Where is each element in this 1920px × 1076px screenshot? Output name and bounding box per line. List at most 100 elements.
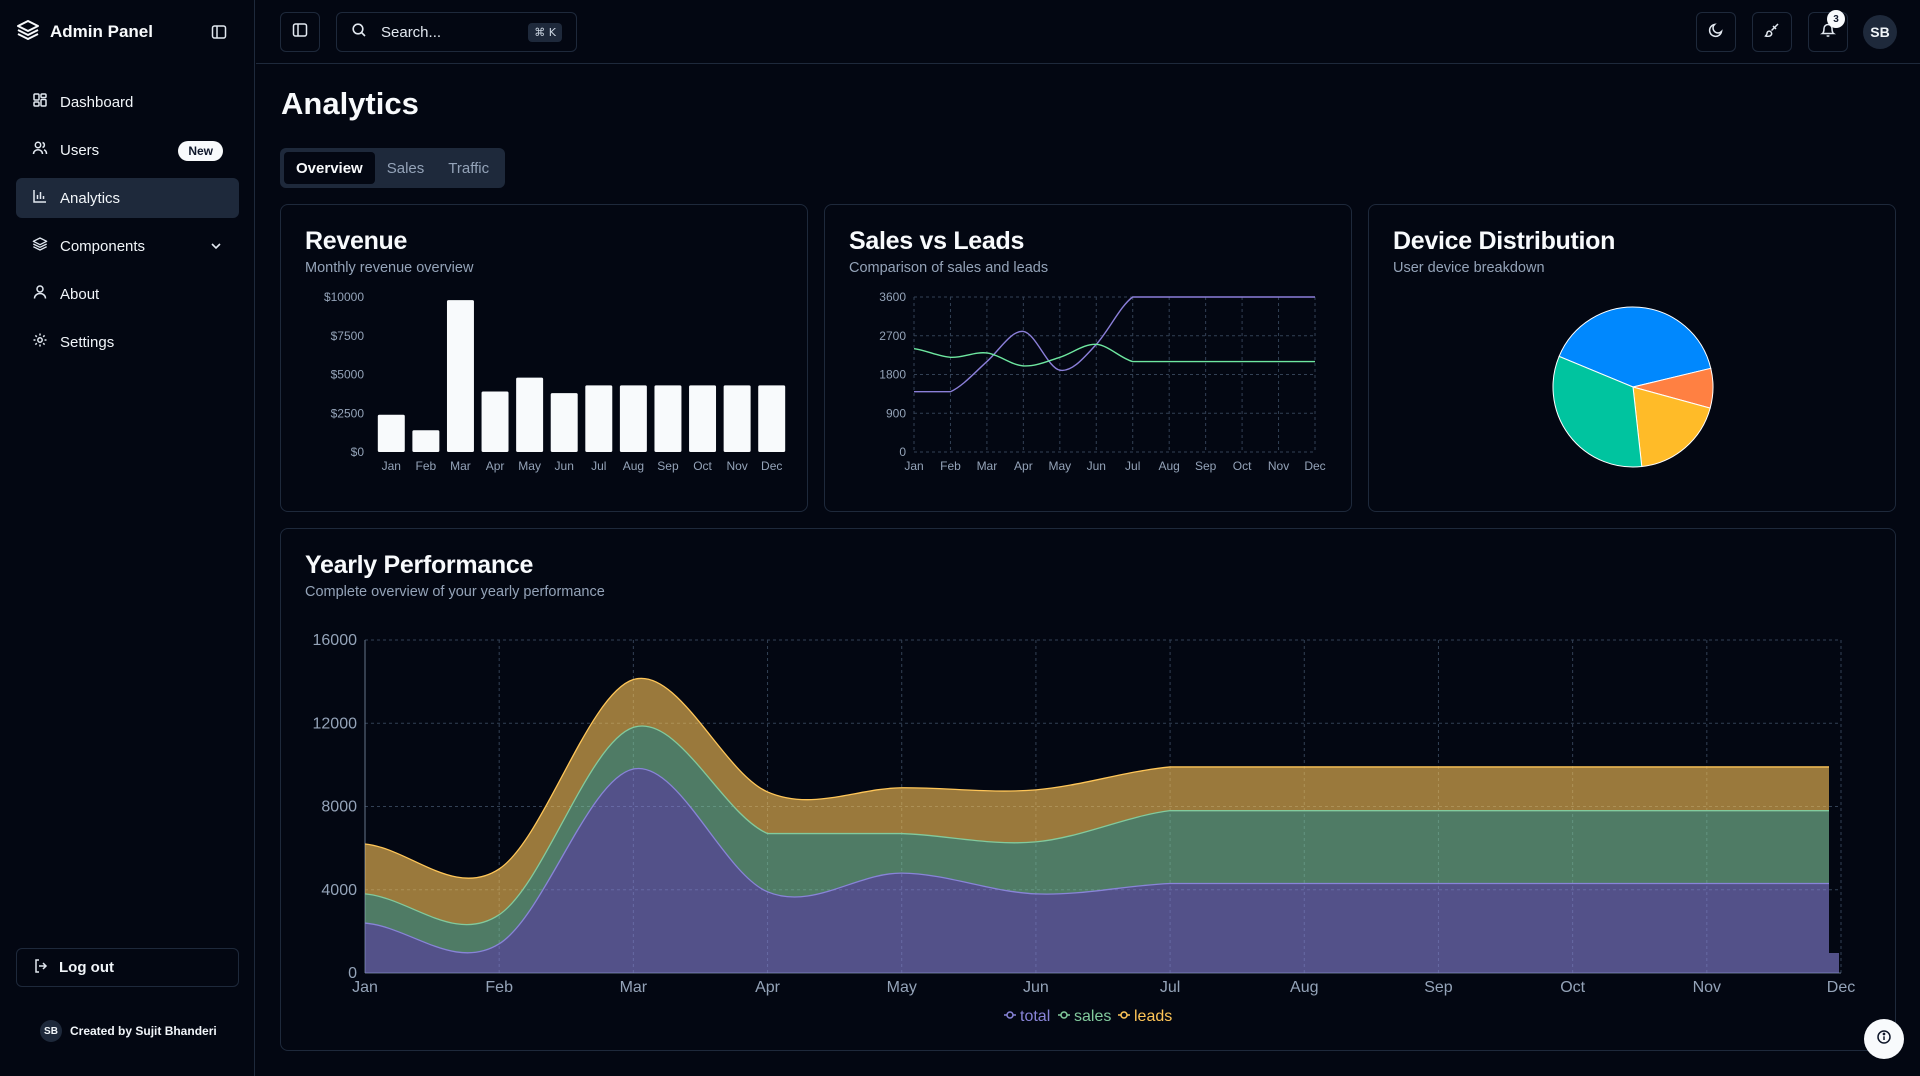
y-tick-label: $10000 [324,290,364,304]
revenue-bar [758,385,786,452]
revenue-bar [550,393,578,452]
device-pie-chart [1552,306,1714,468]
brand-name: Admin Panel [50,22,153,41]
x-tick-label: Dec [1304,459,1325,473]
tab-traffic[interactable]: Traffic [436,152,501,184]
x-tick-label: Jul [591,459,606,473]
y-tick-label: 16000 [313,632,358,649]
sidebar-item-label: Analytics [60,189,121,207]
info-icon [1876,1029,1892,1050]
logout-label: Log out [59,959,114,976]
device-distribution-card: Device Distribution User device breakdow… [1368,204,1896,512]
x-tick-label: Oct [693,459,712,473]
credit: SB Created by Sujit Bhanderi [40,1020,217,1042]
sidebar-item-label: Settings [60,333,115,351]
users-icon [32,140,48,160]
y-tick-label: 4000 [321,882,357,899]
x-tick-label: Jun [1023,979,1049,996]
revenue-bar [619,385,647,452]
sidebar-item-users[interactable]: Users New [16,130,239,170]
credit-text: Created by Sujit Bhanderi [70,1024,217,1038]
sidebar-item-label: Dashboard [60,93,134,111]
logout-button[interactable]: Log out [16,948,239,987]
yearly-area-chart: 0400080001200016000Jan Feb Mar Apr May Jun Jul… [313,632,1856,1025]
x-tick-label: Sep [1424,979,1453,996]
x-tick-label: Mar [620,979,648,996]
sidebar-item-settings[interactable]: Settings [16,322,239,362]
x-tick-label: Mar [977,459,998,473]
y-tick-label: $0 [351,445,365,459]
sales-leads-card: Sales vs Leads Comparison of sales and l… [824,204,1352,512]
revenue-bar [723,385,751,452]
y-tick-label: $7500 [331,329,365,343]
brand[interactable]: Admin Panel [16,18,153,46]
x-tick-label: Apr [1014,459,1033,473]
x-tick-label: Jan [352,979,378,996]
info-button[interactable] [1864,1019,1904,1059]
search-icon [351,22,367,42]
customize-button[interactable] [1752,12,1792,52]
credit-avatar: SB [40,1020,62,1042]
revenue-bar [377,414,405,452]
revenue-card: Revenue Monthly revenue overview $0 $2500… [280,204,808,512]
legend-label: total [1020,1008,1050,1025]
x-tick-label: Sep [657,459,679,473]
notification-count-badge: 3 [1827,10,1845,28]
notifications-button[interactable]: 3 [1808,10,1848,52]
y-tick-label: 1800 [879,368,906,382]
legend-marker [1120,1011,1128,1019]
x-tick-label: Apr [486,459,505,473]
layers-logo-icon [16,18,40,47]
yearly-performance-card: Yearly Performance Complete overview of … [280,528,1896,1051]
x-tick-label: Dec [1827,979,1855,996]
layers-icon [32,236,48,256]
paintbrush-icon [1764,22,1780,43]
panel-collapse-icon[interactable] [208,21,230,43]
sidebar-item-about[interactable]: About [16,274,239,314]
x-tick-label: Jul [1160,979,1180,996]
y-tick-label: 900 [886,406,906,420]
y-tick-label: $5000 [331,368,365,382]
x-tick-label: May [887,979,917,996]
area-fill [1829,953,1839,973]
revenue-bar [446,300,474,452]
chevron-down-icon[interactable] [209,239,223,257]
x-tick-label: Jan [382,459,401,473]
tab-list: Overview Sales Traffic [280,148,506,188]
x-tick-label: Aug [1159,459,1180,473]
sidebar-toggle-button[interactable] [280,12,320,52]
theme-toggle-button[interactable] [1696,12,1736,52]
sales-leads-line-chart: 0 900 1800 2700 3600 Jan Feb Mar Apr May Jun Jul Aug… [879,290,1325,473]
revenue-bar [654,385,682,452]
tab-overview[interactable]: Overview [284,152,375,184]
x-tick-label: Feb [940,459,961,473]
x-tick-label: Aug [1290,979,1318,996]
legend-marker [1006,1011,1014,1019]
revenue-bar [689,385,717,452]
tab-sales[interactable]: Sales [375,152,437,184]
new-badge: New [178,141,223,161]
legend-label: leads [1134,1008,1172,1025]
x-tick-label: Jun [1087,459,1106,473]
sidebar-item-label: Components [60,237,146,255]
revenue-bar-chart: $0 $2500 $5000 $7500 $10000 Jan Feb Mar Apr May Ju… [324,290,786,473]
y-tick-label: 0 [899,445,906,459]
sidebar-item-components[interactable]: Components [16,226,239,266]
sidebar-item-dashboard[interactable]: Dashboard [16,82,239,122]
user-avatar[interactable]: SB [1863,15,1897,49]
legend-label: sales [1074,1008,1111,1025]
x-tick-label: Feb [416,459,437,473]
sidebar-item-analytics[interactable]: Analytics [16,178,239,218]
x-tick-label: Nov [726,459,747,473]
x-tick-label: Jan [904,459,923,473]
x-tick-label: Nov [1693,979,1721,996]
search-input[interactable]: Search... ⌘ K [336,12,577,52]
search-shortcut: ⌘ K [528,23,562,42]
x-tick-label: May [1048,459,1071,473]
gear-icon [32,332,48,352]
y-tick-label: 3600 [879,290,906,304]
top-header: Search... ⌘ K 3 SB [256,0,1920,64]
x-tick-label: Sep [1195,459,1217,473]
x-tick-label: Apr [755,979,781,996]
legend-marker [1060,1011,1068,1019]
